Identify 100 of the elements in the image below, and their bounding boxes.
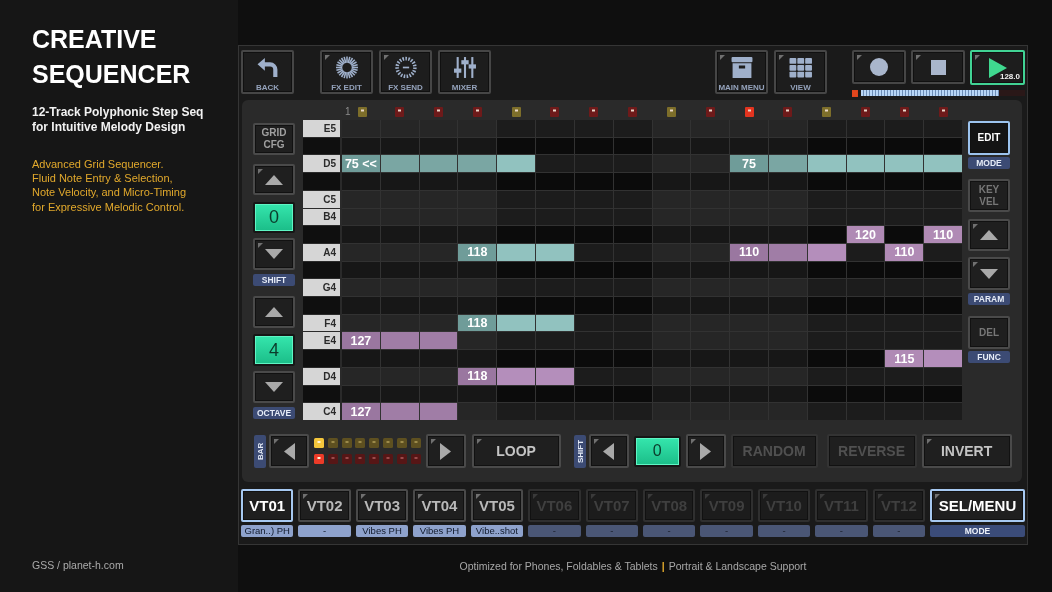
step-cell[interactable] [458,137,497,155]
step-cell[interactable] [380,314,419,332]
step-cell[interactable] [846,350,885,367]
step-cell[interactable] [342,279,380,297]
left-button[interactable] [588,434,629,468]
step-cell[interactable] [380,208,419,226]
step-cell[interactable] [924,403,962,420]
piano-key[interactable] [303,261,340,279]
step-cell[interactable] [458,261,497,279]
fx-send-button[interactable]: FX SEND [379,50,432,94]
note-cell[interactable] [768,243,807,261]
step-cell[interactable] [613,403,652,420]
step-cell[interactable] [652,190,691,208]
step-cell[interactable] [458,332,497,350]
up-button[interactable] [968,219,1010,251]
step-cell[interactable] [536,173,574,190]
note-cell[interactable] [885,155,924,173]
step-cell[interactable] [652,297,691,314]
step-cell[interactable] [342,120,380,137]
step-cell[interactable] [768,173,807,190]
step-cell[interactable] [846,261,885,279]
note-cell[interactable] [846,155,885,173]
note-cell[interactable] [536,243,574,261]
step-cell[interactable] [924,385,962,403]
step-cell[interactable] [652,208,691,226]
step-cell[interactable] [652,226,691,243]
select-menu-button[interactable]: SEL/MENU [930,489,1025,522]
step-cell[interactable] [691,190,730,208]
note-cell[interactable] [458,155,497,173]
step-cell[interactable] [574,243,613,261]
step-cell[interactable] [807,279,846,297]
track-button[interactable]: VT04 [413,489,466,522]
step-cell[interactable] [768,403,807,420]
step-cell[interactable] [652,173,691,190]
step-cell[interactable] [846,279,885,297]
down-button[interactable] [253,238,295,270]
piano-key[interactable] [303,385,340,403]
step-cell[interactable] [574,403,613,420]
step-cell[interactable] [885,208,924,226]
edit-button[interactable]: EDIT [968,121,1010,155]
step-cell[interactable] [846,137,885,155]
loop-button[interactable]: LOOP [471,434,561,468]
step-cell[interactable] [497,350,536,367]
step-cell[interactable] [419,279,458,297]
note-cell[interactable]: 127 [342,403,380,420]
step-cell[interactable] [536,226,574,243]
step-cell[interactable] [458,297,497,314]
piano-key[interactable] [303,350,340,367]
step-cell[interactable] [574,208,613,226]
step-cell[interactable] [691,261,730,279]
step-cell[interactable] [885,279,924,297]
step-cell[interactable] [458,279,497,297]
piano-key[interactable]: D5 [303,155,340,173]
step-cell[interactable] [380,297,419,314]
track-button[interactable]: VT03 [355,489,409,522]
note-cell[interactable]: 110 [730,243,768,261]
track-button[interactable]: VT01 [241,489,294,522]
step-cell[interactable] [380,190,419,208]
step-cell[interactable] [768,279,807,297]
step-cell[interactable] [574,350,613,367]
step-cell[interactable] [342,208,380,226]
note-cell[interactable] [807,243,846,261]
step-cell[interactable] [768,190,807,208]
step-cell[interactable] [691,137,730,155]
step-cell[interactable] [730,350,768,367]
note-cell[interactable] [497,367,536,385]
step-cell[interactable] [536,137,574,155]
step-cell[interactable] [768,120,807,137]
step-cell[interactable] [574,297,613,314]
step-cell[interactable] [846,173,885,190]
step-cell[interactable] [691,385,730,403]
step-cell[interactable] [574,261,613,279]
step-cell[interactable] [807,137,846,155]
step-cell[interactable] [846,403,885,420]
step-cell[interactable] [924,208,962,226]
step-cell[interactable] [342,350,380,367]
step-cell[interactable] [613,243,652,261]
step-cell[interactable] [613,367,652,385]
step-cell[interactable] [924,367,962,385]
step-cell[interactable] [691,226,730,243]
step-cell[interactable] [380,243,419,261]
step-cell[interactable] [419,173,458,190]
step-cell[interactable] [846,367,885,385]
step-cell[interactable] [730,403,768,420]
step-cell[interactable] [458,350,497,367]
step-cell[interactable] [497,332,536,350]
step-cell[interactable] [419,120,458,137]
step-cell[interactable] [885,403,924,420]
step-cell[interactable] [380,137,419,155]
note-cell[interactable]: 127 [342,332,380,350]
step-cell[interactable] [342,243,380,261]
step-cell[interactable] [691,155,730,173]
step-cell[interactable] [458,226,497,243]
step-cell[interactable] [419,314,458,332]
piano-key[interactable] [303,173,340,190]
step-cell[interactable] [768,385,807,403]
action-button[interactable]: INVERT [921,434,1012,468]
step-cell[interactable] [691,279,730,297]
step-cell[interactable] [730,137,768,155]
step-cell[interactable] [652,279,691,297]
